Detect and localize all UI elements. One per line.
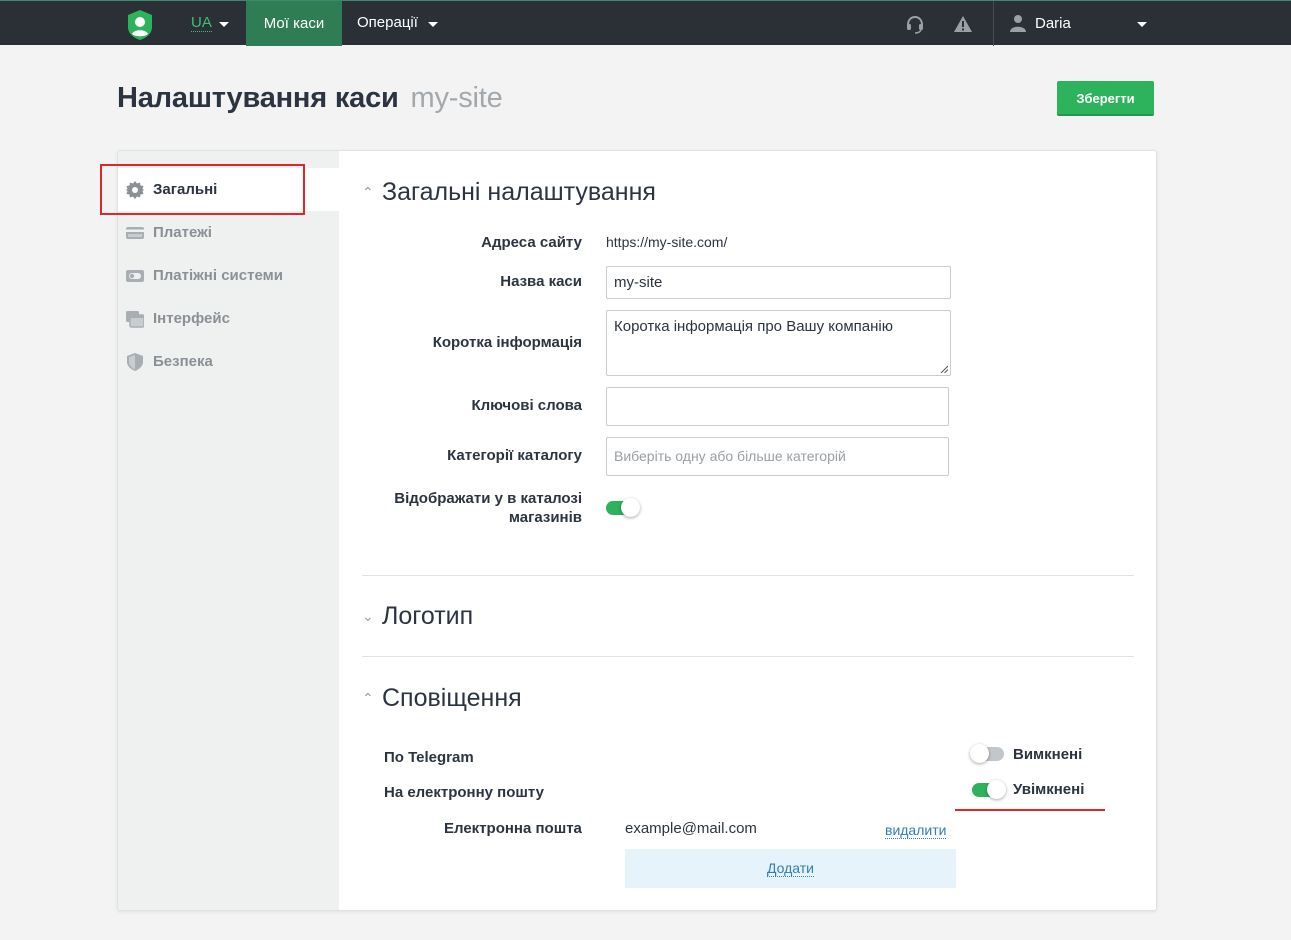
show-in-catalog-label-line1: Відображати у в каталозі [394, 490, 582, 507]
section-notifications-header[interactable]: ⌃ Сповіщення [362, 683, 522, 713]
card-icon [126, 227, 144, 239]
user-menu[interactable]: Daria [1035, 15, 1071, 32]
short-info-text: Коротка інформація про Вашу компанію [614, 318, 893, 335]
email-notif-label: На електронну пошту [384, 784, 544, 801]
sidebar-item-label: Безпека [153, 353, 213, 370]
sidebar-item-label: Інтерфейс [153, 310, 230, 327]
toggle-knob [621, 498, 640, 517]
highlight-annotation-box [100, 164, 305, 215]
user-icon [1010, 15, 1026, 32]
site-address-label: Адреса сайту [481, 234, 582, 251]
divider [993, 1, 994, 46]
catalog-categories-select[interactable]: Виберіть одну або більше категорій [606, 437, 949, 476]
nav-my-stores[interactable]: Мої каси [246, 1, 342, 46]
divider [362, 575, 1134, 576]
telegram-label: По Telegram [384, 749, 474, 766]
telegram-toggle[interactable] [970, 744, 1004, 763]
chevron-up-icon[interactable]: ⌃ [362, 690, 378, 707]
store-name-input[interactable]: my-site [606, 266, 951, 299]
keywords-input[interactable] [606, 387, 949, 426]
page-title-text: Налаштування каси [117, 82, 399, 114]
sidebar-item-payments[interactable]: Платежі [118, 211, 339, 254]
shield-icon [127, 353, 143, 371]
show-in-catalog-label: Відображати у в каталозі магазинів [362, 489, 582, 527]
toggle-knob [970, 744, 989, 763]
chevron-down-icon[interactable] [1137, 22, 1147, 27]
short-info-label: Коротка інформація [432, 334, 582, 351]
section-title: Сповіщення [382, 683, 522, 712]
settings-card: Загальні Платежі Платіжні системи Інтерф… [117, 150, 1157, 911]
section-logo-header[interactable]: ⌄ Логотип [362, 601, 473, 631]
chevron-down-icon[interactable] [219, 22, 229, 27]
email-field-label: Електронна пошта [444, 820, 582, 837]
email-notif-toggle[interactable] [972, 780, 1006, 799]
window-icon [126, 311, 144, 328]
sidebar-item-interface[interactable]: Інтерфейс [118, 297, 339, 340]
short-info-textarea[interactable]: Коротка інформація про Вашу компанію [606, 310, 951, 376]
catalog-categories-placeholder: Виберіть одну або більше категорій [614, 448, 846, 464]
section-title: Загальні налаштування [382, 177, 656, 206]
site-address-value: https://my-site.com/ [606, 234, 728, 250]
page-title-store: my-site [410, 82, 503, 114]
catalog-categories-label: Категорії каталогу [447, 447, 582, 464]
settings-content: ⌃ Загальні налаштування Адреса сайту http… [339, 151, 1156, 910]
toggle-card-icon [126, 270, 144, 282]
sidebar-item-label: Платежі [153, 224, 212, 241]
show-in-catalog-toggle[interactable] [606, 498, 640, 517]
chevron-down-icon[interactable] [428, 22, 438, 27]
warning-icon[interactable] [953, 14, 973, 34]
keywords-label: Ключові слова [471, 397, 582, 414]
show-in-catalog-label-line2: магазинів [508, 509, 582, 526]
resize-grip-icon[interactable] [940, 365, 948, 373]
store-name-label: Назва каси [500, 273, 582, 290]
sidebar-item-payment-systems[interactable]: Платіжні системи [118, 254, 339, 297]
sidebar-item-security[interactable]: Безпека [118, 340, 339, 383]
telegram-status: Вимкнені [1013, 746, 1083, 763]
page-title: Налаштування каси my-site [117, 82, 503, 115]
email-notif-status: Увімкнені [1013, 781, 1085, 798]
support-headset-icon[interactable] [905, 14, 925, 34]
settings-sidebar: Загальні Платежі Платіжні системи Інтерф… [118, 151, 339, 910]
nav-operations[interactable]: Операції [357, 14, 418, 32]
save-button[interactable]: Зберегти [1057, 81, 1154, 116]
add-email-button[interactable]: Додати [625, 849, 956, 888]
chevron-down-icon[interactable]: ⌄ [362, 608, 378, 625]
divider [362, 656, 1134, 657]
highlight-annotation-underline [955, 809, 1105, 811]
top-navbar: UA Мої каси Операції Daria [0, 0, 1291, 46]
sidebar-item-label: Платіжні системи [153, 267, 283, 284]
section-general-header[interactable]: ⌃ Загальні налаштування [362, 177, 656, 207]
email-value: example@mail.com [625, 820, 757, 837]
delete-email-link[interactable]: видалити [885, 822, 947, 839]
toggle-knob [987, 780, 1006, 799]
add-email-label: Додати [767, 860, 814, 877]
language-selector[interactable]: UA [191, 14, 212, 32]
section-title: Логотип [382, 601, 474, 630]
chevron-up-icon[interactable]: ⌃ [362, 184, 378, 201]
app-logo-icon[interactable] [127, 10, 153, 40]
